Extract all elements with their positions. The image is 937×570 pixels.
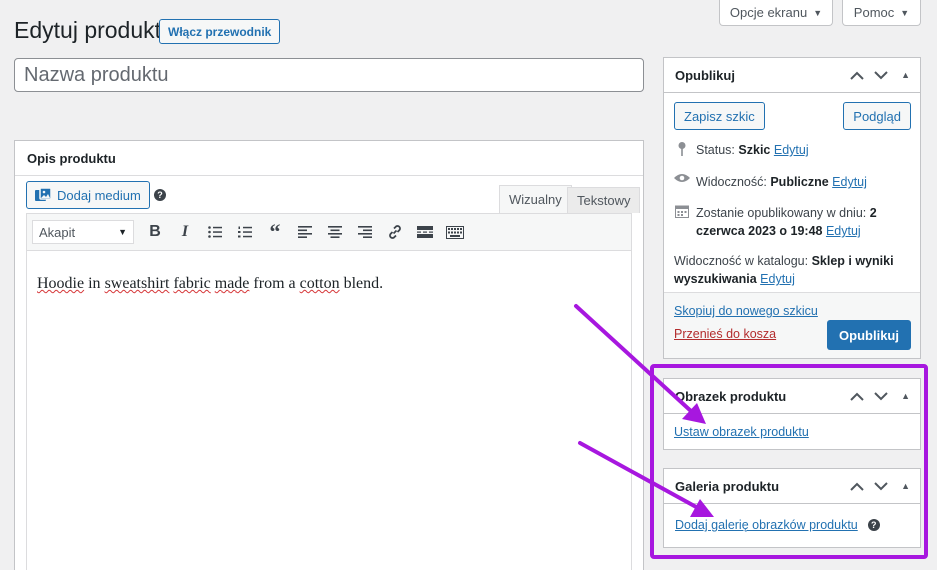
arrowhead-icon [690,499,714,517]
annotation-arrows [574,304,714,517]
arrow-to-gallery [578,441,700,510]
arrow-to-product-image [574,304,694,414]
